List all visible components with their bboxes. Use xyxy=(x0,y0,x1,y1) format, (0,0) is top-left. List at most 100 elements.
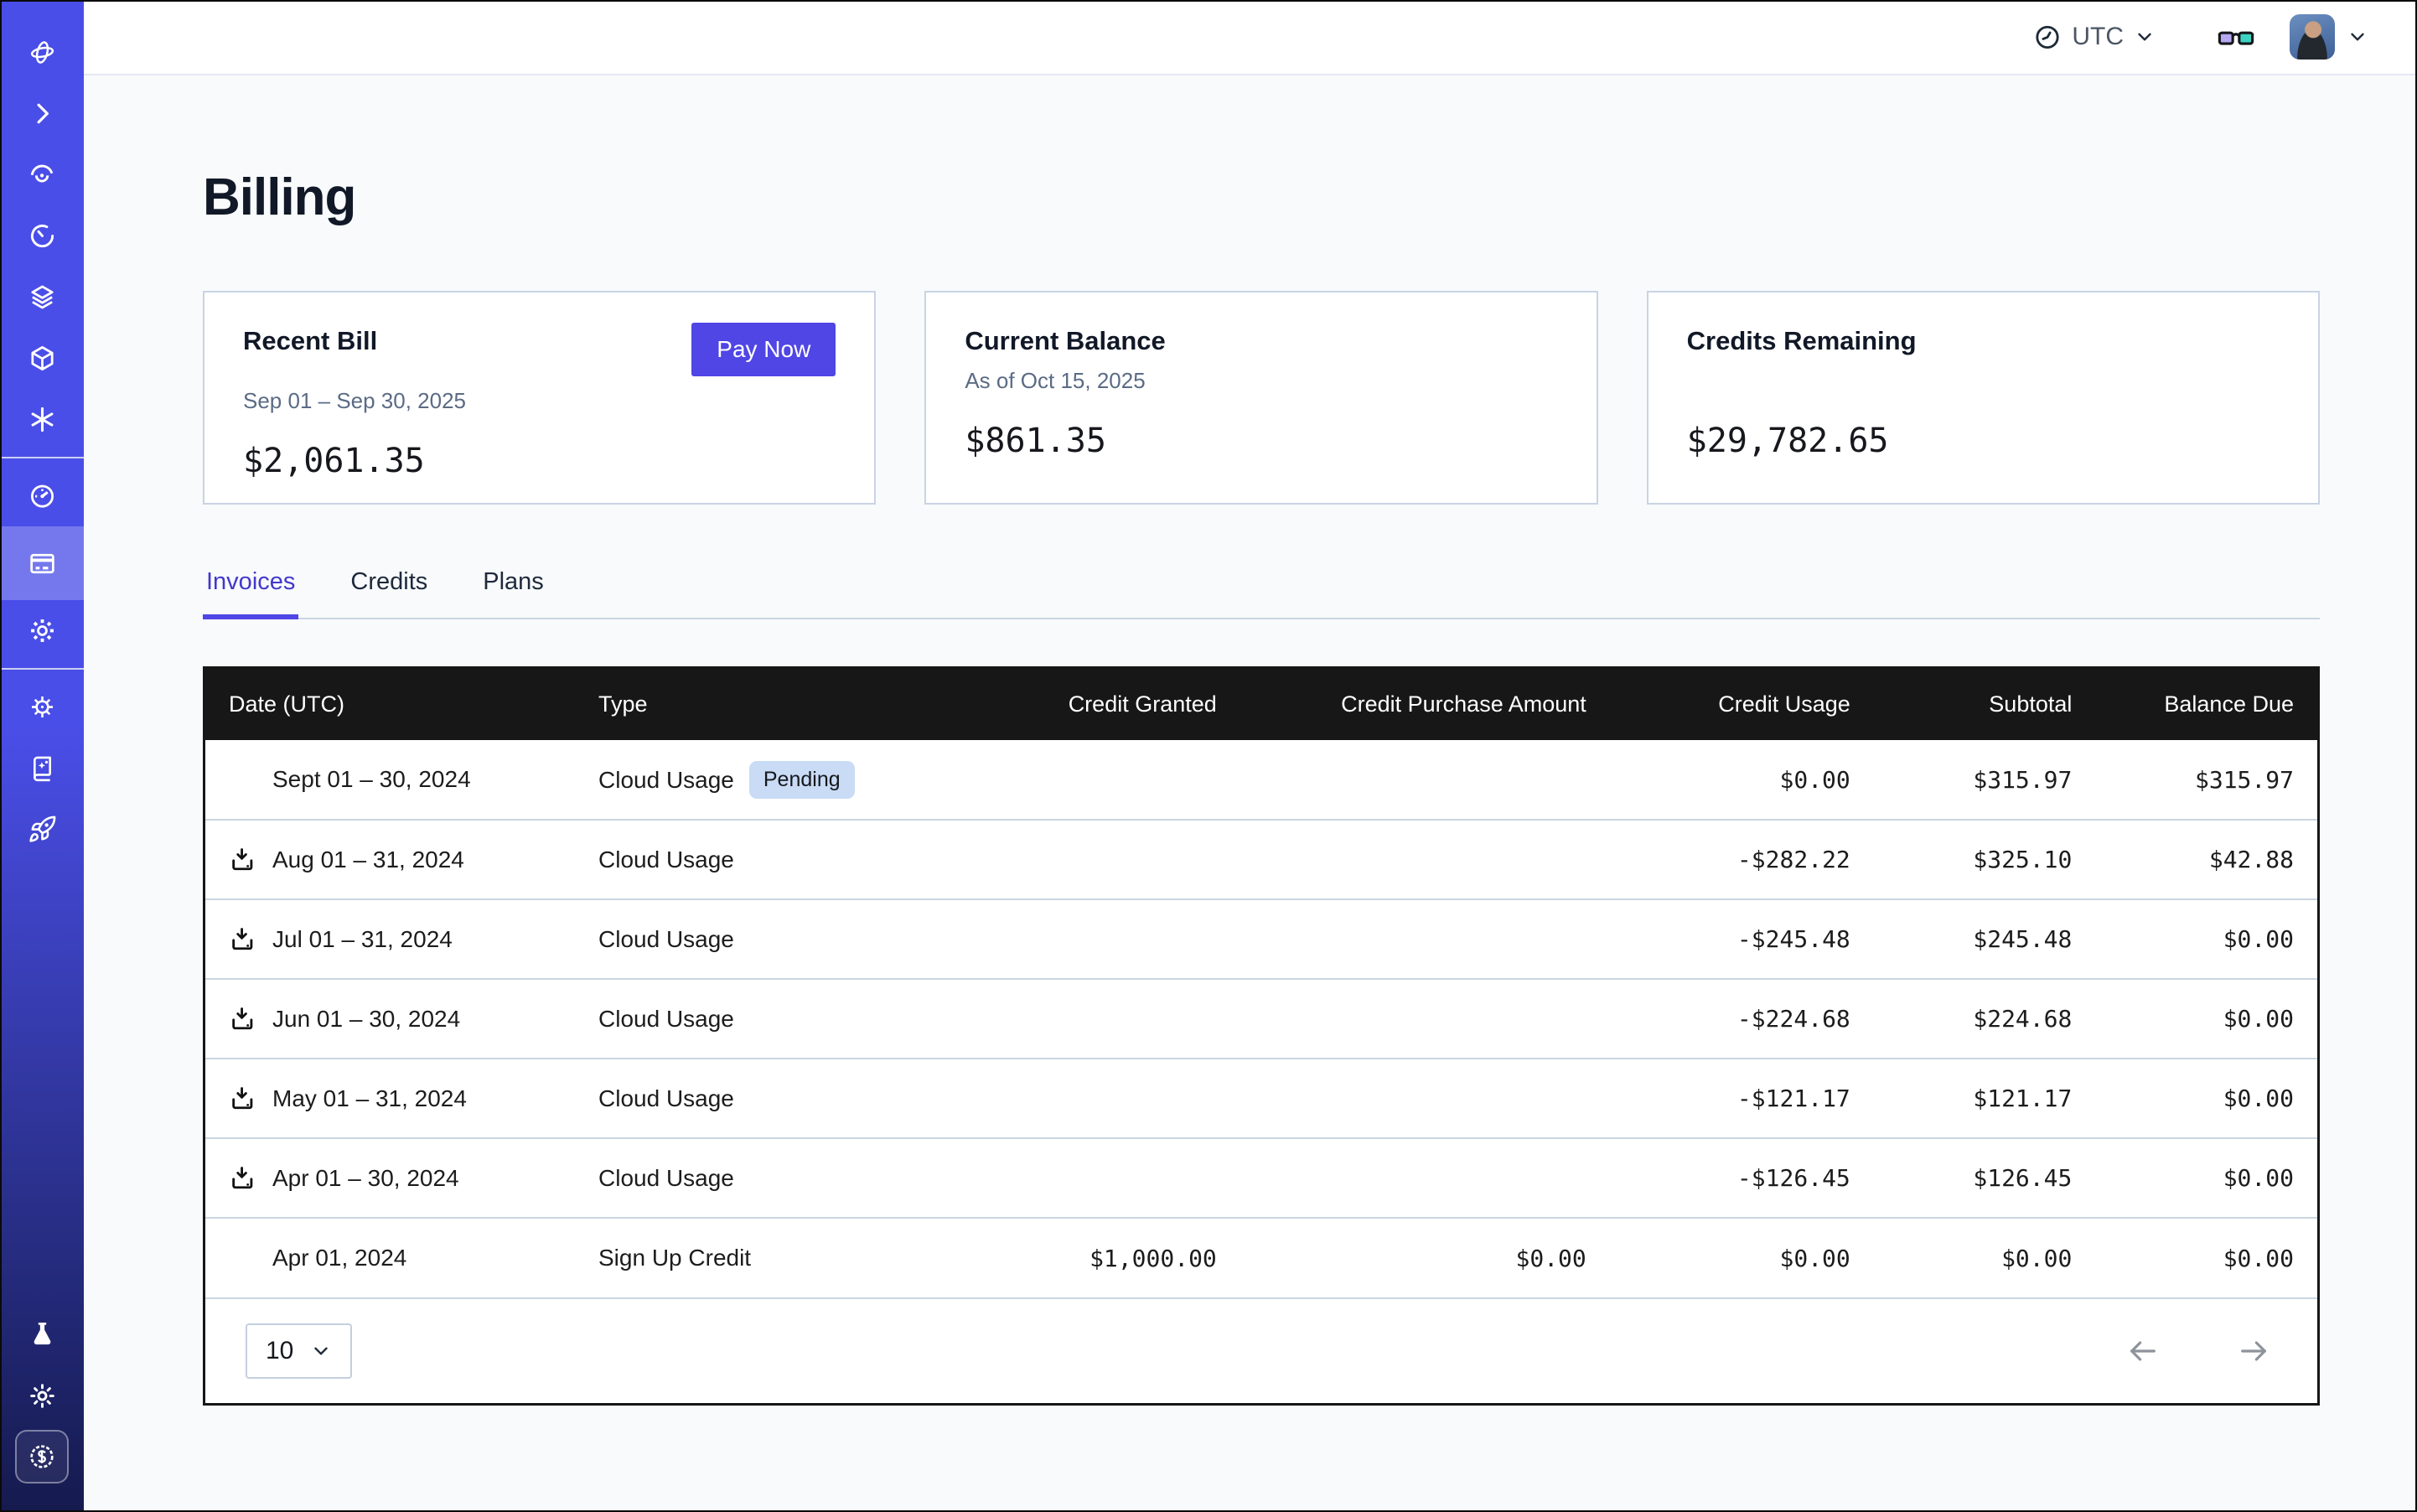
glasses-icon xyxy=(2218,23,2254,51)
account-menu-chevron-icon[interactable] xyxy=(2347,26,2368,48)
cell-subtotal: $245.48 xyxy=(1874,899,2096,979)
card-title: Current Balance xyxy=(965,326,1165,356)
sidebar-divider xyxy=(0,457,84,458)
cell-credit-purchase xyxy=(1240,1059,1610,1138)
download-invoice-button[interactable] xyxy=(229,1005,257,1033)
sidebar-item-asterisk[interactable] xyxy=(0,389,84,450)
sidebar-item-flask[interactable] xyxy=(0,1304,84,1365)
cell-credit-purchase xyxy=(1240,820,1610,899)
download-invoice-button[interactable] xyxy=(229,1164,257,1193)
cell-subtotal: $224.68 xyxy=(1874,979,2096,1059)
tab-invoices[interactable]: Invoices xyxy=(203,568,298,619)
clock-icon xyxy=(2033,23,2062,51)
invoice-type: Cloud Usage xyxy=(598,1165,734,1191)
invoice-type: Cloud Usage xyxy=(598,1085,734,1111)
table-row: Apr 01, 2024 Sign Up Credit $1,000.00 $0… xyxy=(205,1218,2317,1297)
sidebar-item-logo[interactable] xyxy=(0,22,84,83)
sidebar-item-cube[interactable] xyxy=(0,328,84,389)
asterisk-icon xyxy=(28,405,57,434)
dollar-badge-icon xyxy=(27,1442,57,1472)
table-row: Sept 01 – 30, 2024 Cloud Usage Pending $0… xyxy=(205,740,2317,820)
download-invoice-button[interactable] xyxy=(229,1085,257,1113)
tab-credits[interactable]: Credits xyxy=(347,568,431,619)
sidebar xyxy=(0,0,84,1512)
billing-icon xyxy=(28,549,57,578)
table-row: May 01 – 31, 2024 Cloud Usage -$121.17 $… xyxy=(205,1059,2317,1138)
sidebar-item-dollar-badge[interactable] xyxy=(15,1430,69,1484)
cell-credit-granted xyxy=(934,740,1240,820)
gauge-icon xyxy=(28,481,57,510)
status-badge: Pending xyxy=(749,761,855,799)
cell-credit-usage: -$245.48 xyxy=(1610,899,1874,979)
timezone-selector[interactable]: UTC xyxy=(2033,23,2156,51)
sidebar-item-helm[interactable] xyxy=(0,676,84,738)
column-header: Balance Due xyxy=(2095,669,2317,740)
invoice-date: Aug 01 – 31, 2024 xyxy=(272,847,464,873)
spiral-icon xyxy=(28,160,57,189)
sidebar-item-rocket[interactable] xyxy=(0,799,84,860)
cell-credit-usage: -$282.22 xyxy=(1610,820,1874,899)
chevron-right-icon xyxy=(28,99,57,128)
page-size-select[interactable]: 10 xyxy=(246,1323,352,1379)
sidebar-item-billing[interactable] xyxy=(0,526,84,600)
card-amount: $2,061.35 xyxy=(243,442,836,480)
sidebar-item-book-sparkle[interactable] xyxy=(0,738,84,799)
cell-balance-due: $42.88 xyxy=(2095,820,2317,899)
tab-plans[interactable]: Plans xyxy=(479,568,547,619)
sidebar-item-sun[interactable] xyxy=(0,1365,84,1427)
previous-page-button[interactable] xyxy=(2126,1334,2160,1368)
sidebar-spacer xyxy=(0,860,84,1304)
book-sparkle-icon xyxy=(28,753,57,783)
next-page-button[interactable] xyxy=(2237,1334,2270,1368)
page-title: Billing xyxy=(203,168,2320,227)
sidebar-item-spiral[interactable] xyxy=(0,144,84,205)
cell-credit-granted: $1,000.00 xyxy=(934,1218,1240,1297)
sidebar-item-gauge[interactable] xyxy=(0,465,84,526)
recent-bill-card: Recent Bill Pay Now Sep 01 – Sep 30, 202… xyxy=(203,291,876,505)
download-invoice-button[interactable] xyxy=(229,846,257,874)
cell-balance-due: $315.97 xyxy=(2095,740,2317,820)
cell-credit-usage: -$224.68 xyxy=(1610,979,1874,1059)
download-icon xyxy=(229,1164,257,1193)
topbar: UTC xyxy=(84,0,2417,75)
sidebar-item-chevron-right[interactable] xyxy=(0,83,84,144)
pay-now-button[interactable]: Pay Now xyxy=(691,323,836,376)
cell-balance-due: $0.00 xyxy=(2095,1138,2317,1218)
table-header-row: Date (UTC)TypeCredit GrantedCredit Purch… xyxy=(205,669,2317,740)
card-subtitle: Sep 01 – Sep 30, 2025 xyxy=(243,388,836,415)
cell-balance-due: $0.00 xyxy=(2095,1059,2317,1138)
current-balance-card: Current Balance As of Oct 15, 2025 $861.… xyxy=(924,291,1597,505)
cell-credit-granted xyxy=(934,1138,1240,1218)
table-row: Jul 01 – 31, 2024 Cloud Usage -$245.48 $… xyxy=(205,899,2317,979)
cell-balance-due: $0.00 xyxy=(2095,979,2317,1059)
cell-credit-usage: -$126.45 xyxy=(1610,1138,1874,1218)
reader-mode-button[interactable] xyxy=(2218,23,2254,51)
column-header: Subtotal xyxy=(1874,669,2096,740)
cell-credit-purchase xyxy=(1240,740,1610,820)
invoice-date: Apr 01, 2024 xyxy=(272,1245,406,1271)
logo-icon xyxy=(28,38,57,67)
sidebar-item-layers[interactable] xyxy=(0,267,84,328)
download-icon xyxy=(229,1005,257,1033)
card-amount: $861.35 xyxy=(965,422,1557,460)
card-title: Credits Remaining xyxy=(1687,326,1917,356)
card-title: Recent Bill xyxy=(243,326,377,356)
cell-credit-purchase xyxy=(1240,979,1610,1059)
cell-credit-usage: $0.00 xyxy=(1610,740,1874,820)
download-invoice-button[interactable] xyxy=(229,925,257,954)
sidebar-item-timer[interactable] xyxy=(0,205,84,267)
download-icon xyxy=(229,1085,257,1113)
chevron-down-icon xyxy=(2134,26,2156,48)
sidebar-divider xyxy=(0,668,84,670)
sidebar-item-gear[interactable] xyxy=(0,600,84,661)
cell-credit-usage: -$121.17 xyxy=(1610,1059,1874,1138)
invoice-date: Sept 01 – 30, 2024 xyxy=(272,766,471,793)
sidebar-sections xyxy=(0,0,84,860)
avatar[interactable] xyxy=(2290,14,2335,60)
cell-subtotal: $126.45 xyxy=(1874,1138,2096,1218)
cube-icon xyxy=(28,344,57,373)
column-header: Credit Usage xyxy=(1610,669,1874,740)
invoice-date: Jun 01 – 30, 2024 xyxy=(272,1006,460,1033)
card-subtitle xyxy=(1687,368,2280,395)
invoice-type: Cloud Usage xyxy=(598,767,734,793)
